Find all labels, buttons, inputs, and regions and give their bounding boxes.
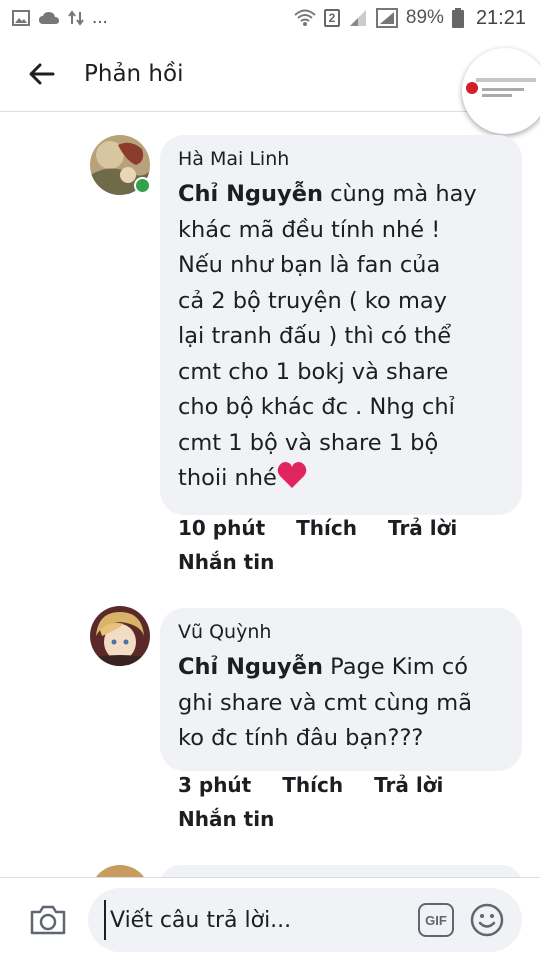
image-notification-icon xyxy=(12,10,30,26)
signal-icon xyxy=(348,9,368,27)
reply-input[interactable] xyxy=(104,900,404,940)
comment-timestamp: 10 phút xyxy=(178,516,266,540)
reply-field: GIF xyxy=(88,888,522,952)
reply-button[interactable]: Trả lời xyxy=(374,773,443,797)
chat-head-preview xyxy=(476,78,536,82)
cloud-icon xyxy=(38,11,60,25)
avatar[interactable] xyxy=(90,865,150,877)
reply-composer: GIF xyxy=(0,877,540,960)
comment-text: Chỉ Nguyễn Page Kim có ghi share và cmt … xyxy=(178,654,473,751)
smiley-icon xyxy=(470,903,504,937)
reply-button[interactable]: Trả lời xyxy=(388,516,457,540)
comment-bubble[interactable]: Hà Mai Linh Chỉ Nguyễn cùng mà hay khác … xyxy=(160,135,522,515)
comment-author[interactable]: Vũ Quỳnh xyxy=(178,620,506,644)
comment-actions: 3 phút Thích Trả lời xyxy=(178,773,508,797)
battery-percent: 89% xyxy=(405,7,444,28)
message-button[interactable]: Nhắn tin xyxy=(178,807,274,831)
app-header: Phản hồi xyxy=(0,36,540,134)
battery-icon xyxy=(451,8,464,28)
like-button[interactable]: Thích xyxy=(282,773,343,797)
camera-icon xyxy=(30,905,66,935)
page-title: Phản hồi xyxy=(84,60,184,87)
avatar[interactable] xyxy=(90,606,150,666)
chat-head-thumbnail-icon xyxy=(466,82,478,94)
back-button[interactable] xyxy=(0,36,84,112)
comment-bubble[interactable] xyxy=(160,865,522,877)
camera-button[interactable] xyxy=(26,898,70,942)
message-button[interactable]: Nhắn tin xyxy=(178,550,274,574)
online-status-indicator xyxy=(134,177,151,194)
clock: 21:21 xyxy=(475,6,526,29)
signal-icon-secondary xyxy=(375,8,398,28)
comment-actions: 10 phút Thích Trả lời xyxy=(178,516,508,540)
emoji-button[interactable] xyxy=(470,903,504,937)
comment-author[interactable]: Hà Mai Linh xyxy=(178,147,506,171)
back-arrow-icon xyxy=(29,63,55,84)
comment-text: Chỉ Nguyễn cùng mà hay khác mã đều tính … xyxy=(178,177,506,501)
like-button[interactable]: Thích xyxy=(296,516,357,540)
mention-link[interactable]: Chỉ Nguyễn xyxy=(178,654,323,680)
status-bar: ... 2 89% 21:21 xyxy=(0,0,540,36)
gif-button[interactable]: GIF xyxy=(418,903,454,937)
chat-head-preview-line xyxy=(482,88,524,91)
mention-link[interactable]: Chỉ Nguyễn xyxy=(178,181,323,207)
comment-list[interactable]: Hà Mai Linh Chỉ Nguyễn cùng mà hay khác … xyxy=(0,113,540,877)
more-notifications: ... xyxy=(92,7,108,28)
status-left: ... xyxy=(12,7,108,29)
comment-timestamp: 3 phút xyxy=(178,773,252,797)
sim-slot-badge: 2 xyxy=(323,9,340,27)
status-right: 2 89% 21:21 xyxy=(294,7,526,30)
data-transfer-icon xyxy=(68,10,84,26)
comment-bubble[interactable]: Vũ Quỳnh Chỉ Nguyễn Page Kim có ghi shar… xyxy=(160,608,522,771)
wifi-icon xyxy=(294,9,316,27)
red-heart-icon xyxy=(277,461,307,501)
chat-head-preview-line xyxy=(482,94,512,97)
